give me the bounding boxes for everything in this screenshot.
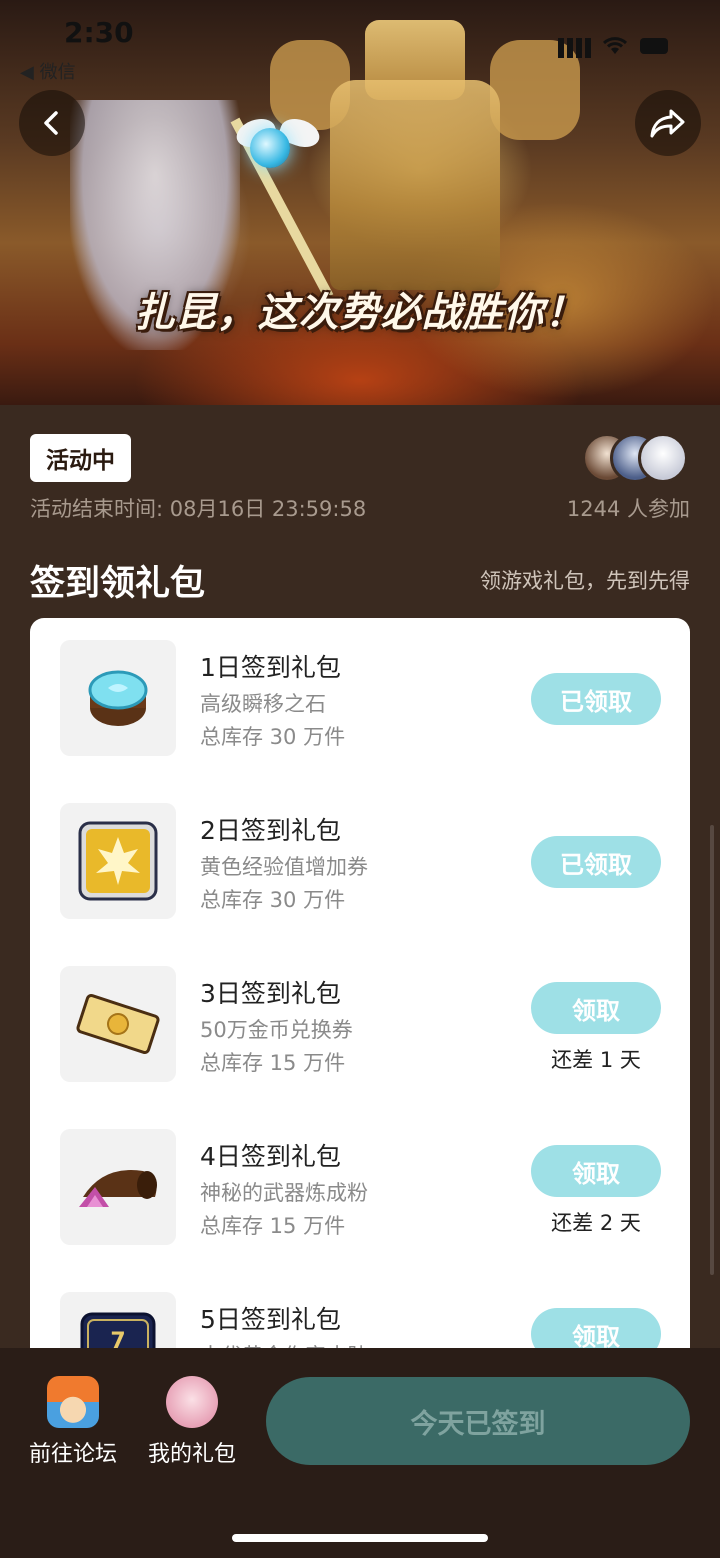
back-to-app-link[interactable]: ◀ 微信 <box>20 58 76 84</box>
gift-stock: 总库存 30 万件 <box>200 888 346 912</box>
gift-title: 4日签到礼包 <box>200 1142 341 1171</box>
forum-tab[interactable]: 前往论坛 <box>18 1376 128 1468</box>
forum-label: 前往论坛 <box>28 1442 117 1467</box>
gift-row: 1日签到礼包 高级瞬移之石 总库存 30 万件 已领取 <box>30 618 690 781</box>
gift-stock: 总库存 30 万件 <box>200 725 346 749</box>
claim-button[interactable]: 领取 <box>531 982 661 1034</box>
gift-row: 4日签到礼包 神秘的武器炼成粉 总库存 15 万件 领取 还差 2 天 <box>30 1107 690 1270</box>
chevron-left-icon <box>44 111 58 135</box>
gift-stock: 总库存 15 万件 <box>200 1051 346 1075</box>
claimed-button[interactable]: 已领取 <box>531 673 661 725</box>
golem-body <box>330 80 500 290</box>
bottom-bar: 前往论坛 我的礼包 今天已签到 <box>0 1348 720 1558</box>
participant-avatars <box>582 433 692 485</box>
gift-item: 神秘的武器炼成粉 <box>200 1181 368 1205</box>
gift-title: 5日签到礼包 <box>200 1305 341 1334</box>
scrollbar[interactable] <box>710 825 714 1275</box>
gift-stock: 总库存 15 万件 <box>200 1214 346 1238</box>
weapon-powder-icon <box>60 1129 176 1245</box>
forum-icon <box>47 1376 99 1428</box>
home-indicator[interactable] <box>232 1534 488 1542</box>
avatar <box>638 433 688 483</box>
exp-coupon-icon <box>60 803 176 919</box>
my-gifts-tab[interactable]: 我的礼包 <box>137 1376 247 1468</box>
gift-bag-icon <box>166 1376 218 1428</box>
gift-item: 黄色经验值增加券 <box>200 855 368 879</box>
gift-row: 2日签到礼包 黄色经验值增加券 总库存 30 万件 已领取 <box>30 781 690 944</box>
claimed-button[interactable]: 已领取 <box>531 836 661 888</box>
section-subtitle: 领游戏礼包，先到先得 <box>480 569 690 593</box>
days-remaining: 还差 1 天 <box>551 1048 641 1072</box>
section-title: 签到领礼包 <box>30 564 206 604</box>
event-end-time: 活动结束时间: 08月16日 23:59:58 <box>30 497 367 521</box>
signal-icon <box>558 38 592 58</box>
status-time: 2:30 <box>64 16 134 49</box>
hero-slogan: 扎昆，这次势必战胜你！ <box>134 290 586 336</box>
gold-coupon-icon <box>60 966 176 1082</box>
gift-item: 50万金币兑换券 <box>200 1018 353 1042</box>
status-bar: 2:30 ◀ 微信 <box>0 0 720 83</box>
days-remaining: 还差 2 天 <box>551 1211 641 1235</box>
gift-row: 3日签到礼包 50万金币兑换券 总库存 15 万件 领取 还差 1 天 <box>30 944 690 1107</box>
gift-title: 1日签到礼包 <box>200 653 341 682</box>
back-button[interactable] <box>19 90 85 156</box>
gift-title: 2日签到礼包 <box>200 816 341 845</box>
gift-item: 高级瞬移之石 <box>200 692 326 716</box>
orb-icon <box>250 128 290 168</box>
event-info-section: 活动中 活动结束时间: 08月16日 23:59:58 1244 人参加 签到领… <box>0 405 720 1378</box>
gift-title: 3日签到礼包 <box>200 979 341 1008</box>
battery-icon <box>640 38 668 54</box>
status-badge: 活动中 <box>30 434 131 482</box>
teleport-stone-icon <box>60 640 176 756</box>
participant-count: 1244 人参加 <box>566 497 690 521</box>
wifi-icon <box>602 37 628 54</box>
my-gifts-label: 我的礼包 <box>147 1442 236 1467</box>
claim-button[interactable]: 领取 <box>531 1145 661 1197</box>
gift-list-card: 1日签到礼包 高级瞬移之石 总库存 30 万件 已领取 2日签到礼包 黄色经验值… <box>30 618 690 1378</box>
share-button[interactable] <box>635 90 701 156</box>
share-icon <box>650 109 685 138</box>
signed-in-button[interactable]: 今天已签到 <box>266 1377 690 1465</box>
